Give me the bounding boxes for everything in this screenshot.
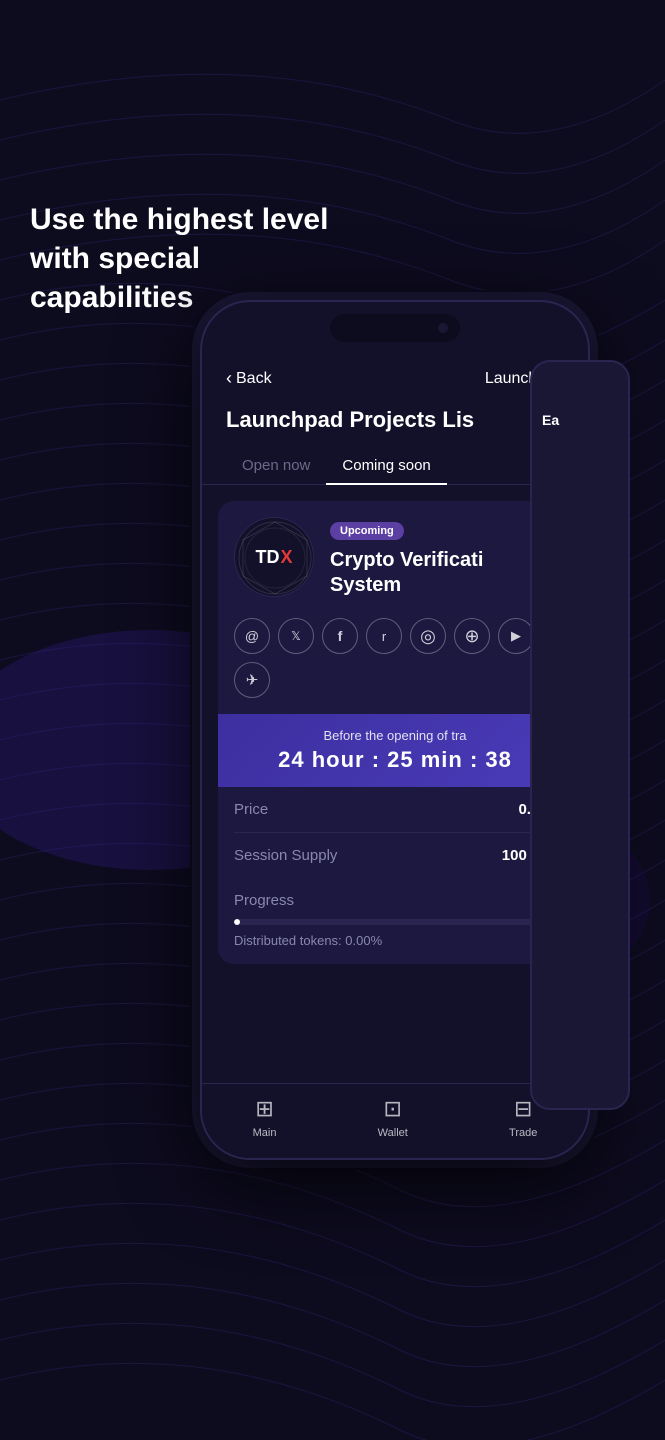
facebook-icon[interactable]: f — [322, 618, 358, 654]
supply-label: Session Supply — [234, 847, 337, 864]
token-logo: TDX — [234, 517, 314, 597]
trade-nav-label: Trade — [509, 1127, 537, 1139]
wallet-nav-label: Wallet — [378, 1127, 408, 1139]
at-icon[interactable]: @ — [234, 618, 270, 654]
timer-label: Before the opening of tra — [234, 728, 556, 743]
phone-mockup: Ea ‹ Back Launchpad Launchpad Projects L… — [200, 300, 620, 1200]
second-phone-frame: Ea — [530, 360, 630, 1110]
twitter-icon[interactable]: 𝕏 — [278, 618, 314, 654]
progress-section: Progress Distributed tokens: 0.00% — [218, 878, 572, 964]
project-card: TDX Upcoming Crypto Verificati System @ … — [218, 501, 572, 964]
token-logo-text: TDX — [255, 547, 292, 568]
back-chevron-icon: ‹ — [226, 368, 232, 389]
wallet-nav-item[interactable]: ⊡ Wallet — [378, 1096, 408, 1139]
timer-section: Before the opening of tra 24 hour : 25 m… — [218, 714, 572, 787]
telegram-icon[interactable]: ✈ — [234, 662, 270, 698]
upcoming-badge: Upcoming — [330, 522, 404, 540]
second-phone-content: Ea — [532, 362, 628, 438]
details-section: Price 0.000 Session Supply 100 000 — [218, 787, 572, 878]
tab-coming-soon[interactable]: Coming soon — [326, 449, 446, 484]
project-name: Crypto Verificati System — [330, 548, 556, 598]
instagram-icon[interactable]: ◎ — [410, 618, 446, 654]
price-label: Price — [234, 801, 268, 818]
wallet-nav-icon: ⊡ — [384, 1096, 402, 1122]
back-button[interactable]: ‹ Back — [226, 368, 272, 389]
camera-dot — [438, 323, 448, 333]
social-icons-row: @ 𝕏 f r ◎ ⊕ ▶ ✈ — [218, 614, 572, 714]
youtube-icon[interactable]: ▶ — [498, 618, 534, 654]
reddit-icon[interactable]: r — [366, 618, 402, 654]
timer-value: 24 hour : 25 min : 38 — [234, 747, 556, 773]
phone-notch — [330, 314, 460, 342]
more-icon[interactable]: ⊕ — [454, 618, 490, 654]
main-nav-icon: ⊞ — [255, 1096, 273, 1122]
progress-bar-bg — [234, 919, 556, 925]
card-header: TDX Upcoming Crypto Verificati System — [218, 501, 572, 614]
progress-title: Progress — [234, 892, 556, 909]
main-nav-item[interactable]: ⊞ Main — [253, 1096, 277, 1139]
card-title-area: Upcoming Crypto Verificati System — [330, 517, 556, 598]
supply-row: Session Supply 100 000 — [234, 833, 556, 878]
distributed-label: Distributed tokens: 0.00% — [234, 933, 556, 948]
trade-nav-icon: ⊟ — [514, 1096, 532, 1122]
price-row: Price 0.000 — [234, 787, 556, 833]
tab-open-now[interactable]: Open now — [226, 449, 326, 484]
main-nav-label: Main — [253, 1127, 277, 1139]
progress-bar-fill — [234, 919, 240, 925]
